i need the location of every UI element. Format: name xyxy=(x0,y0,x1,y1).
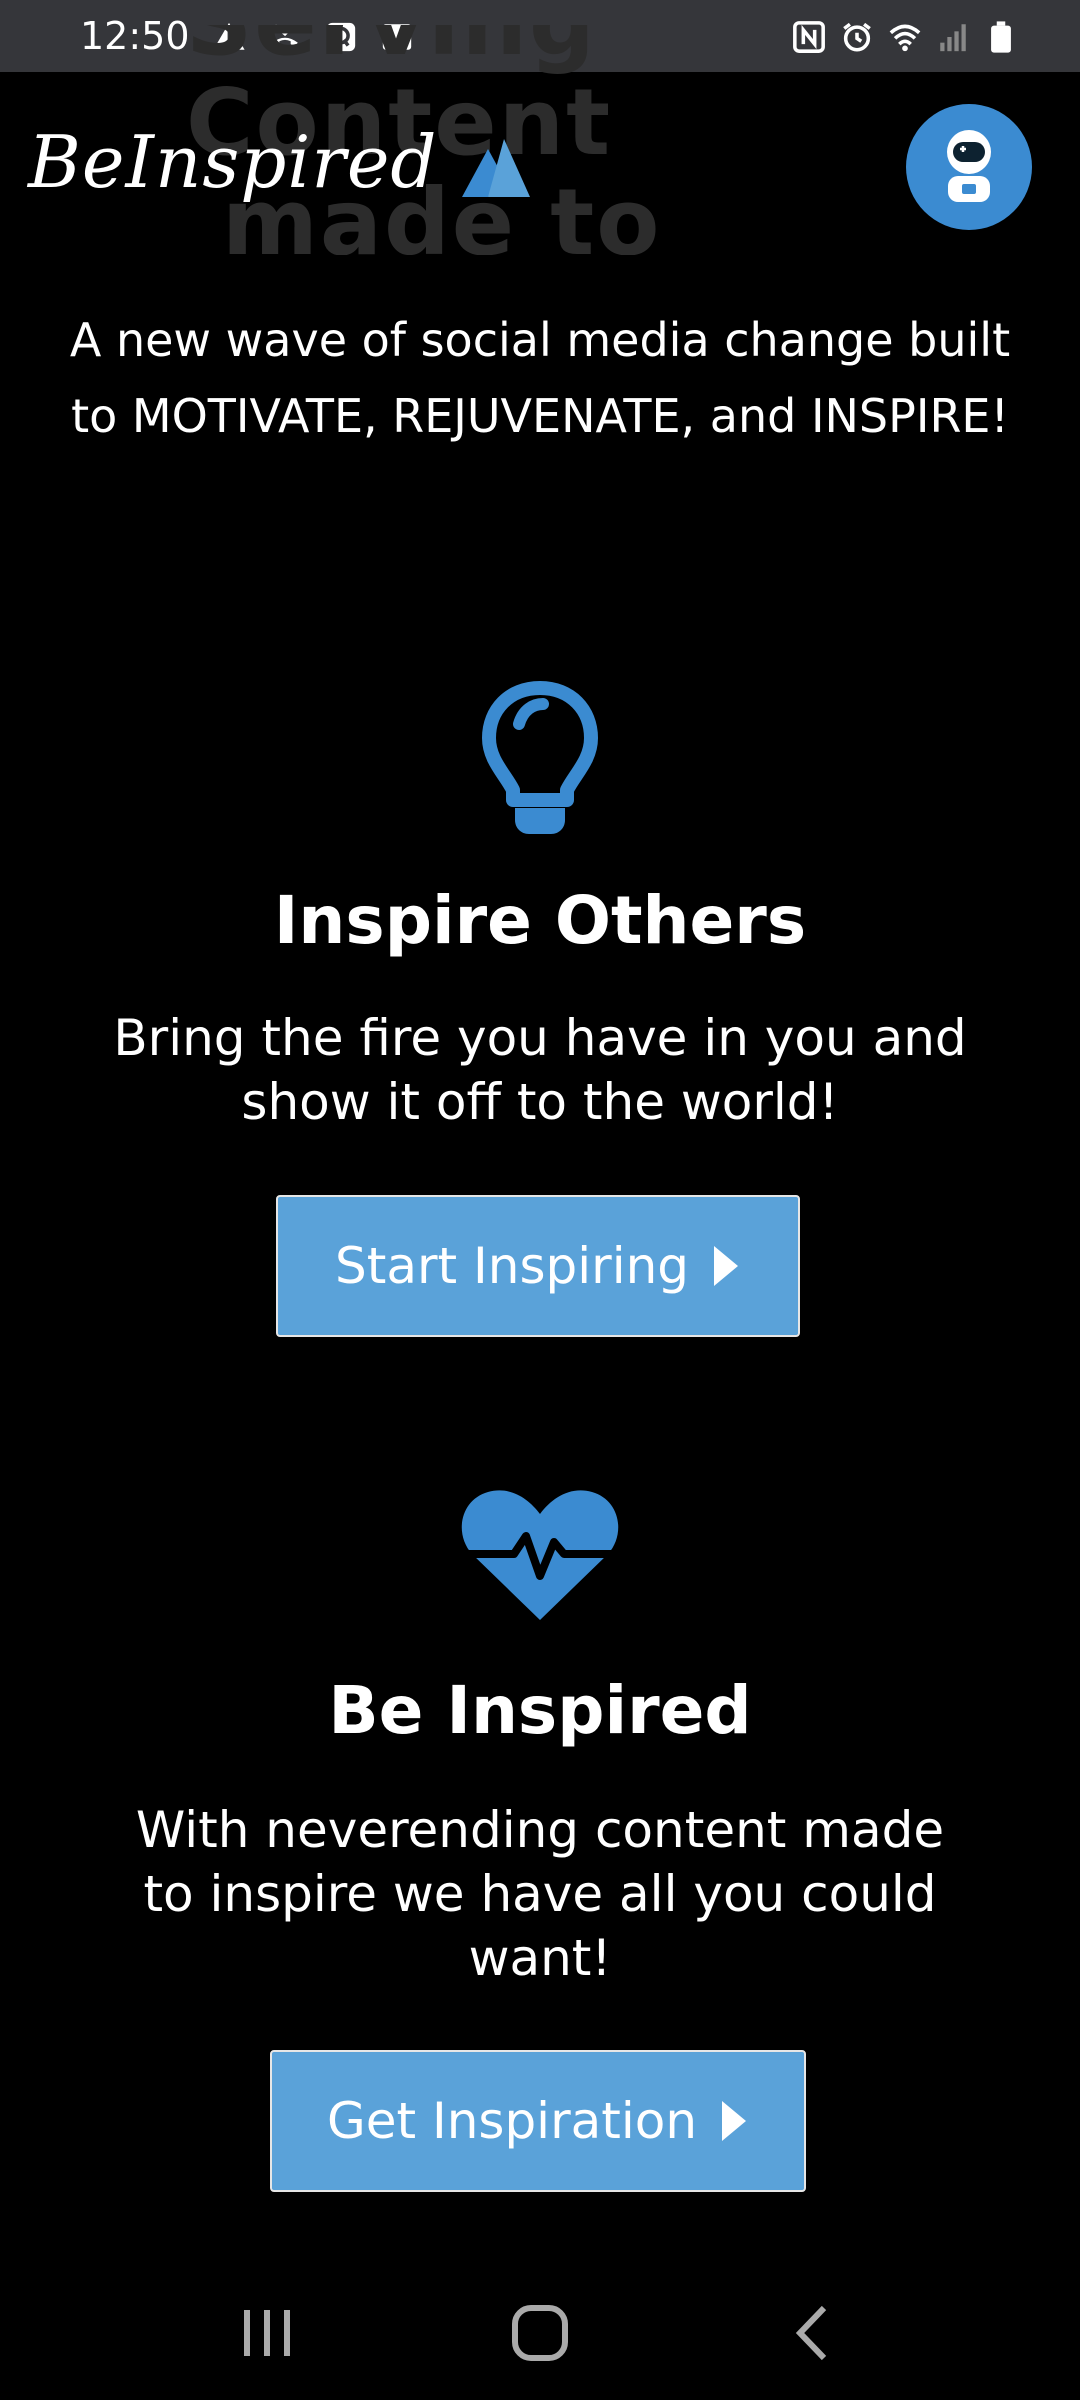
caret-right-icon xyxy=(719,2098,749,2144)
heartbeat-icon xyxy=(458,1484,622,1624)
home-icon xyxy=(509,2302,571,2368)
caret-right-icon xyxy=(711,1243,741,1289)
start-inspiring-button[interactable]: Start Inspiring xyxy=(276,1195,800,1337)
get-inspiration-button[interactable]: Get Inspiration xyxy=(270,2050,806,2192)
tagline: A new wave of social media change built … xyxy=(69,313,1011,443)
back-button[interactable] xyxy=(773,2295,853,2375)
brand[interactable]: BeInspired xyxy=(28,120,532,204)
astronaut-avatar-icon xyxy=(926,122,1012,212)
home-button[interactable] xyxy=(500,2295,580,2375)
back-icon xyxy=(782,2302,844,2368)
feature-title-be-inspired: Be Inspired xyxy=(328,1672,752,1749)
feature-description-inspire-others: Bring the fire you have in you and show … xyxy=(113,1009,967,1131)
brand-name: BeInspired xyxy=(28,120,438,204)
recent-apps-icon xyxy=(236,2302,298,2368)
lightbulb-icon xyxy=(481,680,599,844)
status-time: 12:50 xyxy=(80,14,190,58)
user-avatar-button[interactable] xyxy=(906,104,1032,230)
system-navigation-bar xyxy=(0,2270,1080,2400)
feature-title-inspire-others: Inspire Others xyxy=(273,882,807,959)
battery-icon xyxy=(984,19,1018,53)
mountain-logo-icon xyxy=(458,127,532,201)
start-inspiring-label: Start Inspiring xyxy=(334,1237,690,1295)
feature-description-be-inspired: With neverending content made to inspire… xyxy=(135,1801,945,1987)
recent-apps-button[interactable] xyxy=(227,2295,307,2375)
get-inspiration-label: Get Inspiration xyxy=(326,2092,698,2150)
